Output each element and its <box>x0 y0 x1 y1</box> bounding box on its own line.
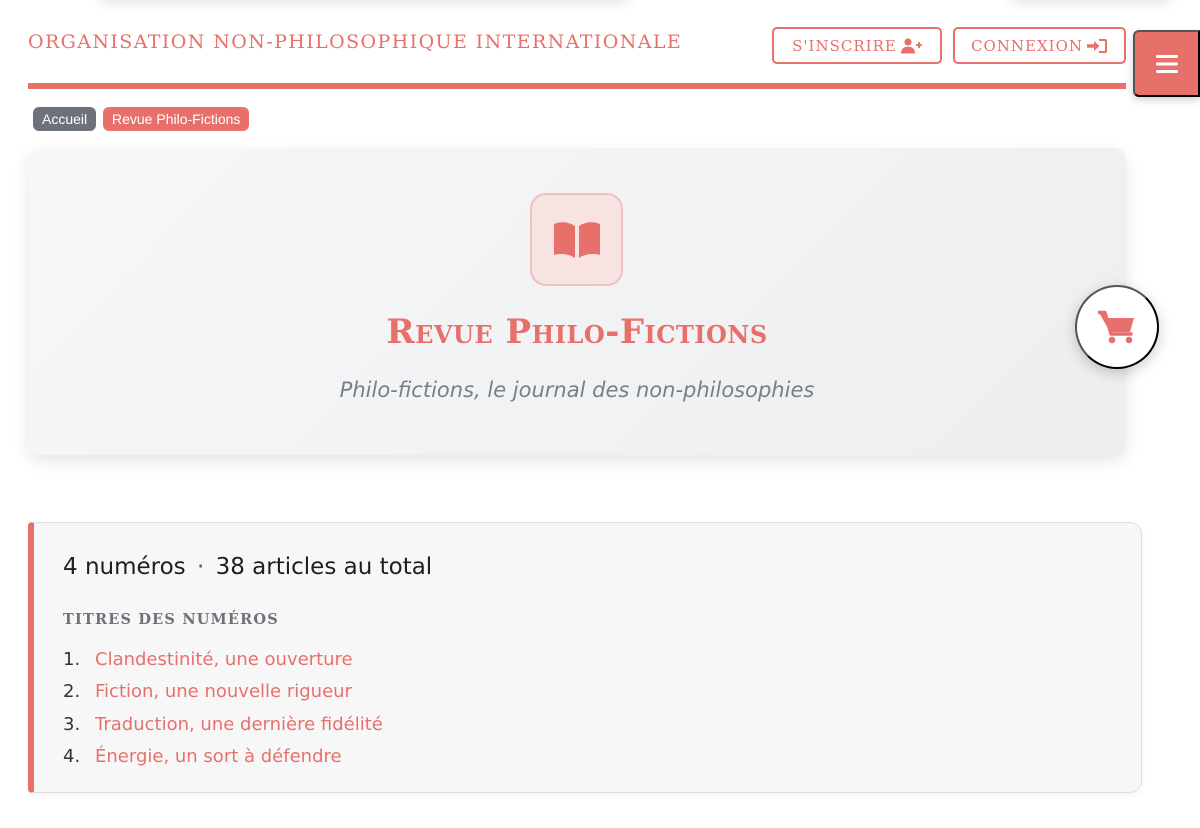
issue-link[interactable]: Fiction, une nouvelle rigueur <box>95 681 352 702</box>
issue-link[interactable]: Clandestinité, une ouverture <box>95 649 353 670</box>
list-item: 1. Clandestinité, une ouverture <box>63 643 383 676</box>
issues-count: 4 numéros <box>63 554 186 580</box>
issue-link[interactable]: Traduction, une dernière fidélité <box>95 714 383 735</box>
issues-list: 1. Clandestinité, une ouverture 2. Ficti… <box>63 643 383 773</box>
header-divider <box>28 83 1126 89</box>
issues-summary-card: 4 numéros · 38 articles au total TITRES … <box>28 522 1142 793</box>
page-title: Revue Philo-Fictions <box>386 312 768 352</box>
user-plus-icon <box>900 37 922 53</box>
list-item: 2. Fiction, une nouvelle rigueur <box>63 676 383 709</box>
issue-number: 3. <box>63 713 81 735</box>
cart-button[interactable] <box>1075 285 1159 369</box>
list-item: 4. Énergie, un sort à défendre <box>63 741 383 774</box>
menu-button[interactable] <box>1133 30 1200 97</box>
book-open-icon <box>553 221 600 258</box>
signup-button[interactable]: S'INSCRIRE <box>772 27 942 64</box>
issue-number: 4. <box>63 746 81 768</box>
hero-banner: Revue Philo-Fictions Philo-fictions, le … <box>28 148 1126 455</box>
page: ORGANISATION NON-PHILOSOPHIQUE INTERNATI… <box>0 0 1200 828</box>
list-item: 3. Traduction, une dernière fidélité <box>63 708 383 741</box>
articles-count: 38 articles au total <box>215 554 433 580</box>
hamburger-icon <box>1155 54 1178 73</box>
hero-icon-box <box>530 193 623 286</box>
issue-number: 1. <box>63 648 81 670</box>
breadcrumb-current: Revue Philo-Fictions <box>103 107 250 131</box>
page-subtitle: Philo-fictions, le journal des non-philo… <box>339 378 815 402</box>
breadcrumb-home[interactable]: Accueil <box>33 107 97 131</box>
shopping-cart-icon <box>1098 310 1134 344</box>
login-label: CONNEXION <box>970 36 1083 55</box>
site-title-link[interactable]: ORGANISATION NON-PHILOSOPHIQUE INTERNATI… <box>28 31 682 53</box>
login-button[interactable]: CONNEXION <box>953 27 1126 64</box>
sign-in-icon <box>1087 38 1107 53</box>
signup-label: S'INSCRIRE <box>792 36 897 55</box>
issues-heading: TITRES DES NUMÉROS <box>63 611 279 628</box>
issue-link[interactable]: Énergie, un sort à défendre <box>95 746 342 767</box>
issue-number: 2. <box>63 681 81 703</box>
summary-stats: 4 numéros · 38 articles au total <box>63 554 432 580</box>
stats-separator: · <box>196 554 205 580</box>
